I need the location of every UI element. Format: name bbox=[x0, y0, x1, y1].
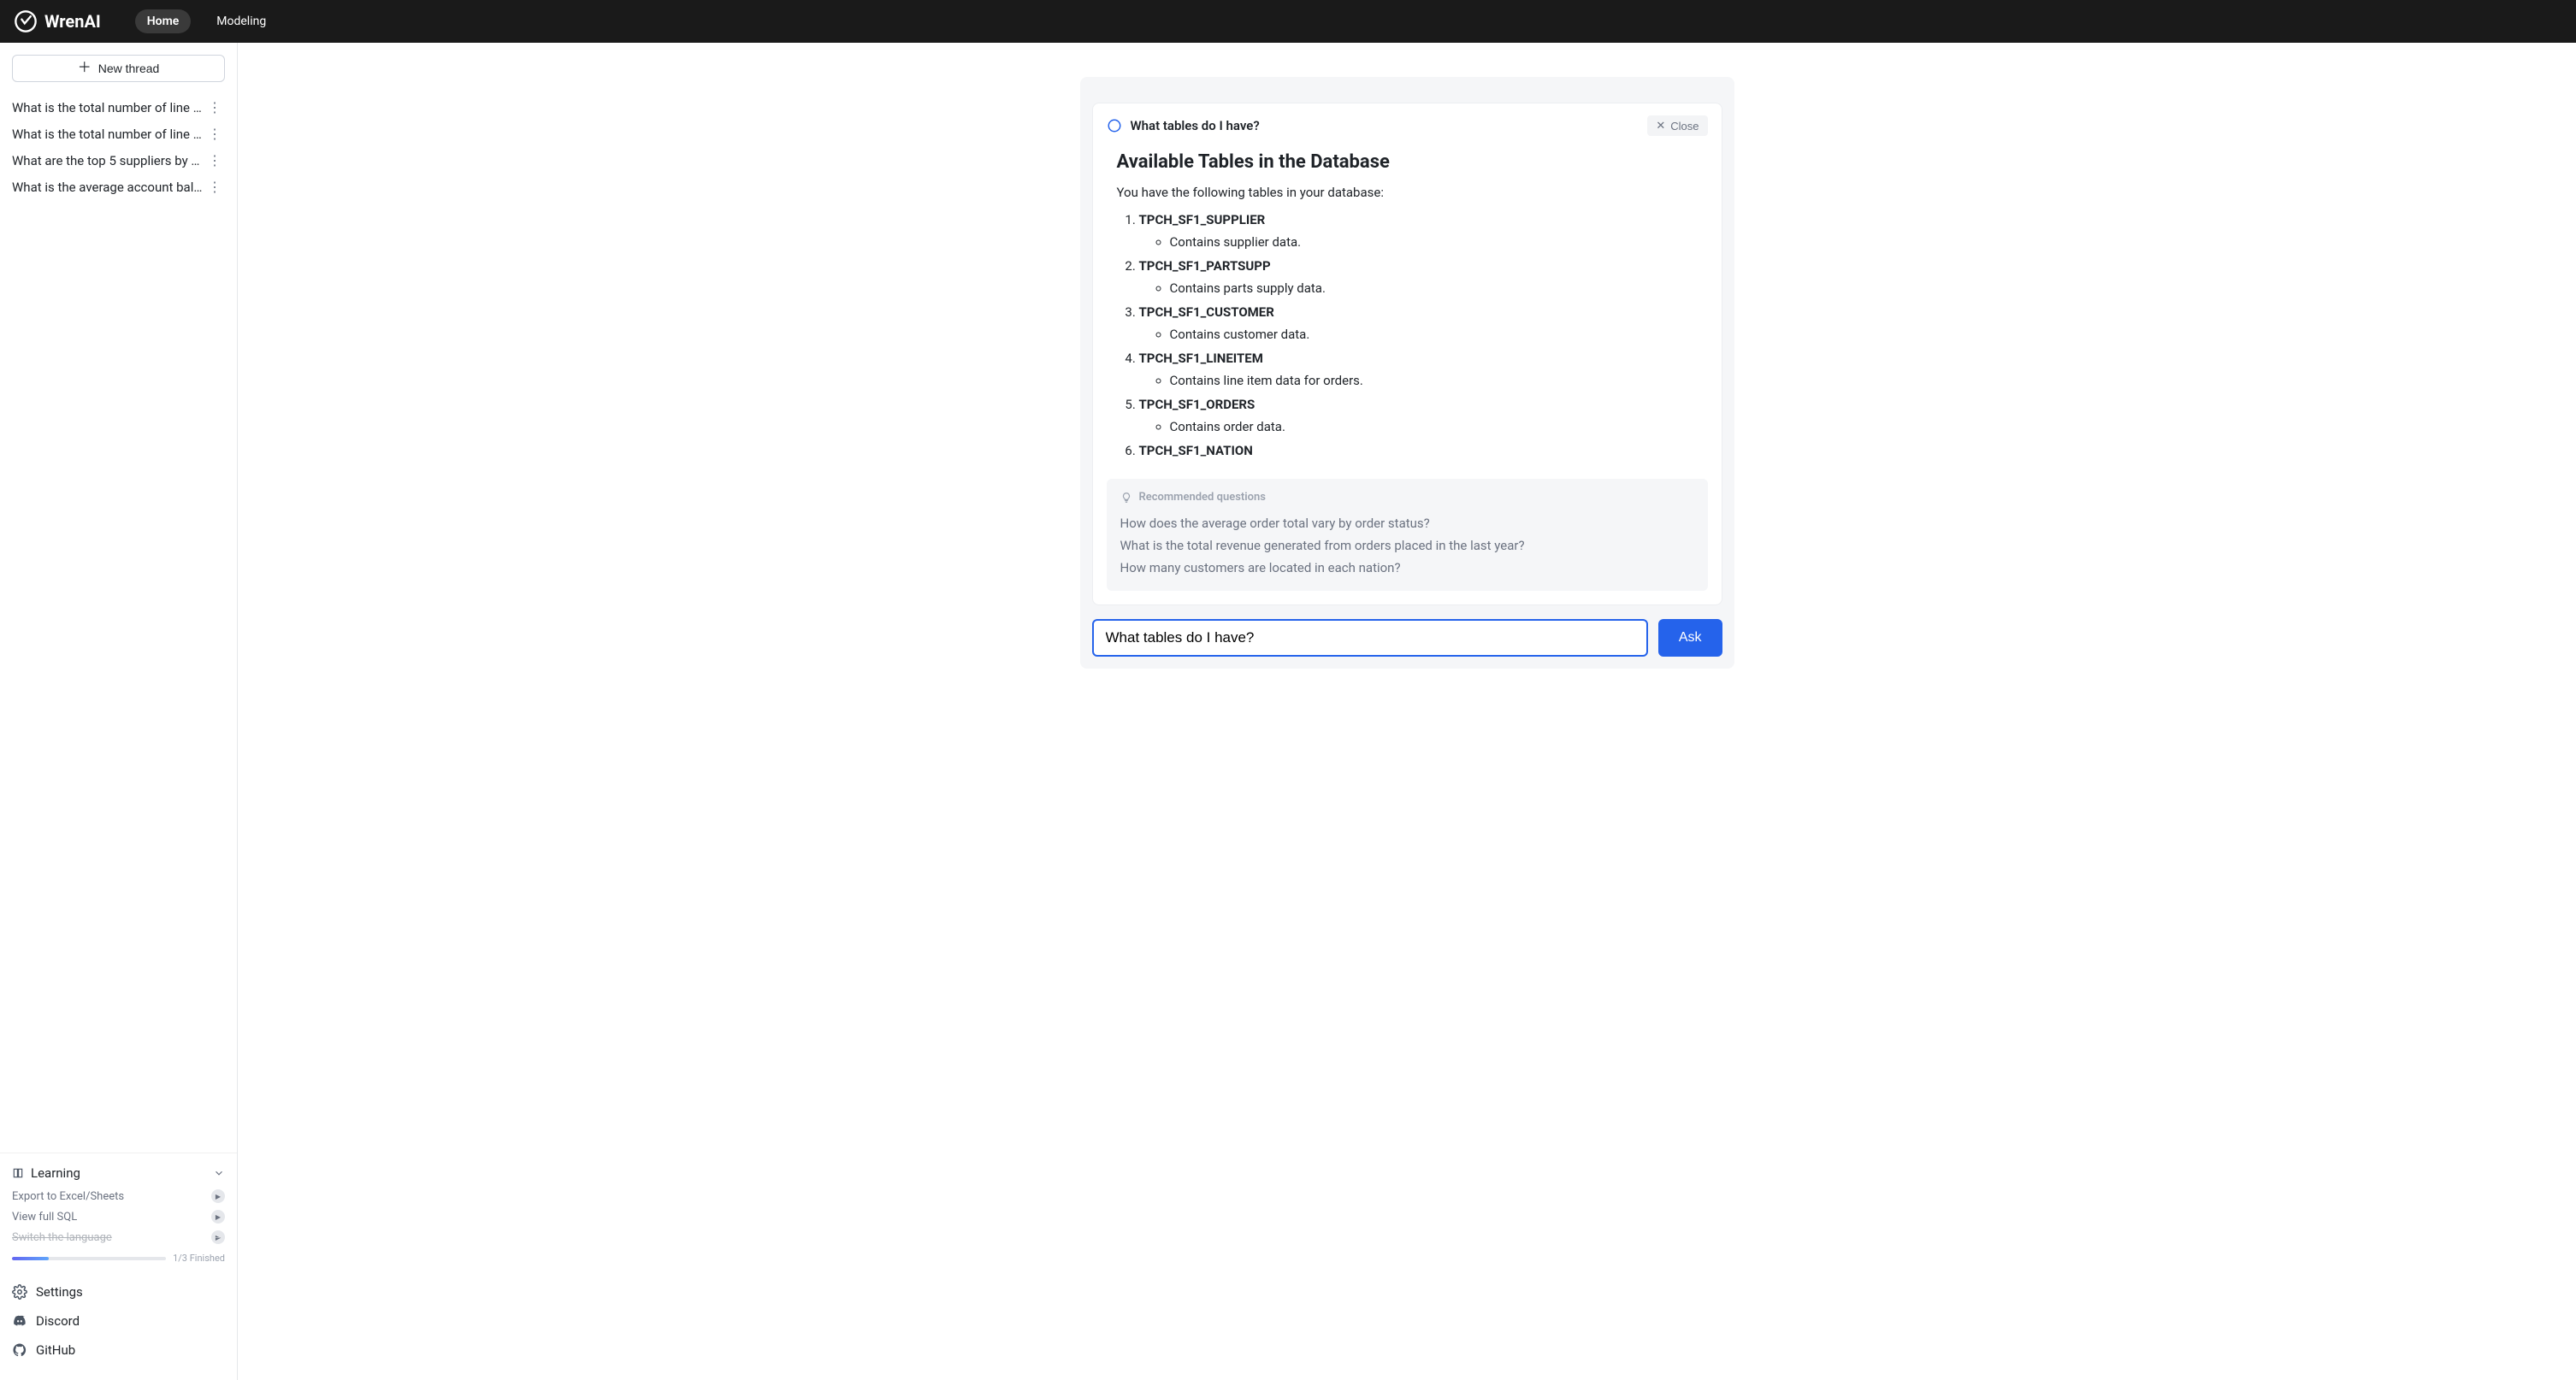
play-icon[interactable]: ▶ bbox=[211, 1210, 225, 1224]
thread-list: What is the total number of line ite... … bbox=[0, 94, 237, 200]
thread-title: What is the total number of line ite... bbox=[12, 100, 204, 115]
table-name: TPCH_SF1_ORDERS bbox=[1139, 397, 1256, 412]
learning-item[interactable]: Export to Excel/Sheets ▶ bbox=[12, 1188, 225, 1205]
gear-icon bbox=[12, 1284, 27, 1300]
new-thread-label: New thread bbox=[98, 62, 160, 75]
recommended-question[interactable]: How does the average order total vary by… bbox=[1120, 512, 1694, 534]
thread-item[interactable]: What is the average account bala... ⋮ bbox=[12, 174, 225, 200]
recommended-box: Recommended questions How does the avera… bbox=[1107, 479, 1708, 591]
sidebar: ＋ New thread What is the total number of… bbox=[0, 43, 238, 1380]
main-area: What tables do I have? ✕ Close Available… bbox=[238, 43, 2576, 1380]
more-icon[interactable]: ⋮ bbox=[204, 126, 225, 142]
table-name: TPCH_SF1_PARTSUPP bbox=[1139, 258, 1271, 274]
github-label: GitHub bbox=[36, 1342, 75, 1358]
learning-item[interactable]: Switch the language ▶ bbox=[12, 1229, 225, 1246]
settings-link[interactable]: Settings bbox=[12, 1277, 225, 1306]
tables-list: TPCH_SF1_SUPPLIER Contains supplier data.… bbox=[1117, 212, 1698, 458]
lightbulb-icon bbox=[1120, 492, 1132, 504]
sidebar-footer: Settings Discord GitHub bbox=[0, 1269, 237, 1380]
nav-tabs: Home Modeling bbox=[135, 9, 278, 33]
table-desc: Contains order data. bbox=[1170, 419, 1698, 434]
nav-tab-modeling[interactable]: Modeling bbox=[204, 9, 278, 33]
play-icon[interactable]: ▶ bbox=[211, 1189, 225, 1203]
response-intro: You have the following tables in your da… bbox=[1117, 185, 1698, 200]
ask-input[interactable] bbox=[1092, 619, 1648, 657]
table-desc: Contains line item data for orders. bbox=[1170, 373, 1698, 388]
topbar: WrenAI Home Modeling bbox=[0, 0, 2576, 43]
progress-fill bbox=[12, 1257, 49, 1260]
discord-link[interactable]: Discord bbox=[12, 1306, 225, 1336]
book-icon bbox=[12, 1167, 24, 1179]
play-icon[interactable]: ▶ bbox=[211, 1230, 225, 1244]
more-icon[interactable]: ⋮ bbox=[204, 179, 225, 195]
chat-icon bbox=[1107, 118, 1122, 133]
response-title: Available Tables in the Database bbox=[1117, 151, 1698, 173]
brand-name: WrenAI bbox=[44, 11, 101, 32]
close-button[interactable]: ✕ Close bbox=[1647, 115, 1707, 136]
brand-logo: WrenAI bbox=[14, 9, 101, 33]
learning-title: Learning bbox=[31, 1165, 80, 1181]
table-name: TPCH_SF1_CUSTOMER bbox=[1139, 304, 1274, 320]
thread-title: What is the average account bala... bbox=[12, 180, 204, 195]
github-link[interactable]: GitHub bbox=[12, 1336, 225, 1365]
more-icon[interactable]: ⋮ bbox=[204, 152, 225, 168]
plus-icon: ＋ bbox=[78, 62, 92, 75]
thread-item[interactable]: What is the total number of line ite... … bbox=[12, 94, 225, 121]
table-item: TPCH_SF1_ORDERS Contains order data. bbox=[1139, 397, 1698, 434]
table-item: TPCH_SF1_SUPPLIER Contains supplier data. bbox=[1139, 212, 1698, 250]
table-item: TPCH_SF1_NATION bbox=[1139, 443, 1698, 458]
thread-title: What are the top 5 suppliers by ac... bbox=[12, 153, 204, 168]
table-item: TPCH_SF1_PARTSUPP Contains parts supply d… bbox=[1139, 258, 1698, 296]
nav-tab-home[interactable]: Home bbox=[135, 9, 192, 33]
table-name: TPCH_SF1_LINEITEM bbox=[1139, 351, 1263, 366]
discord-label: Discord bbox=[36, 1313, 80, 1329]
recommended-question[interactable]: What is the total revenue generated from… bbox=[1120, 534, 1694, 557]
learning-section: Learning Export to Excel/Sheets ▶ View f… bbox=[0, 1153, 237, 1269]
ask-row: Ask bbox=[1092, 619, 1722, 657]
learning-header[interactable]: Learning bbox=[12, 1162, 225, 1188]
recommended-header: Recommended questions bbox=[1139, 491, 1266, 504]
wren-logo-icon bbox=[14, 9, 38, 33]
table-item: TPCH_SF1_CUSTOMER Contains customer data. bbox=[1139, 304, 1698, 342]
more-icon[interactable]: ⋮ bbox=[204, 99, 225, 115]
thread-item[interactable]: What are the top 5 suppliers by ac... ⋮ bbox=[12, 147, 225, 174]
close-label: Close bbox=[1670, 120, 1699, 133]
thread-title: What is the total number of line ite... bbox=[12, 127, 204, 142]
recommended-question[interactable]: How many customers are located in each n… bbox=[1120, 557, 1694, 579]
conversation-container: What tables do I have? ✕ Close Available… bbox=[1080, 77, 1734, 669]
learning-item-label: Switch the language bbox=[12, 1231, 112, 1244]
table-name: TPCH_SF1_SUPPLIER bbox=[1139, 212, 1266, 227]
question-text: What tables do I have? bbox=[1131, 118, 1260, 133]
table-name: TPCH_SF1_NATION bbox=[1139, 443, 1253, 458]
learning-item-label: View full SQL bbox=[12, 1211, 77, 1224]
table-desc: Contains parts supply data. bbox=[1170, 280, 1698, 296]
close-icon: ✕ bbox=[1656, 119, 1665, 133]
chevron-down-icon bbox=[213, 1167, 225, 1179]
response-body: Available Tables in the Database You hav… bbox=[1093, 148, 1722, 479]
progress-text: 1/3 Finished bbox=[173, 1253, 225, 1264]
discord-icon bbox=[12, 1313, 27, 1329]
github-icon bbox=[12, 1342, 27, 1358]
progress-bar bbox=[12, 1257, 166, 1260]
learning-item-label: Export to Excel/Sheets bbox=[12, 1190, 124, 1203]
table-desc: Contains customer data. bbox=[1170, 327, 1698, 342]
response-card: What tables do I have? ✕ Close Available… bbox=[1092, 103, 1722, 605]
thread-item[interactable]: What is the total number of line ite... … bbox=[12, 121, 225, 147]
table-desc: Contains supplier data. bbox=[1170, 234, 1698, 250]
settings-label: Settings bbox=[36, 1284, 83, 1300]
new-thread-button[interactable]: ＋ New thread bbox=[12, 55, 225, 82]
learning-item[interactable]: View full SQL ▶ bbox=[12, 1208, 225, 1225]
ask-button[interactable]: Ask bbox=[1658, 619, 1722, 657]
table-item: TPCH_SF1_LINEITEM Contains line item data… bbox=[1139, 351, 1698, 388]
learning-progress: 1/3 Finished bbox=[12, 1253, 225, 1264]
